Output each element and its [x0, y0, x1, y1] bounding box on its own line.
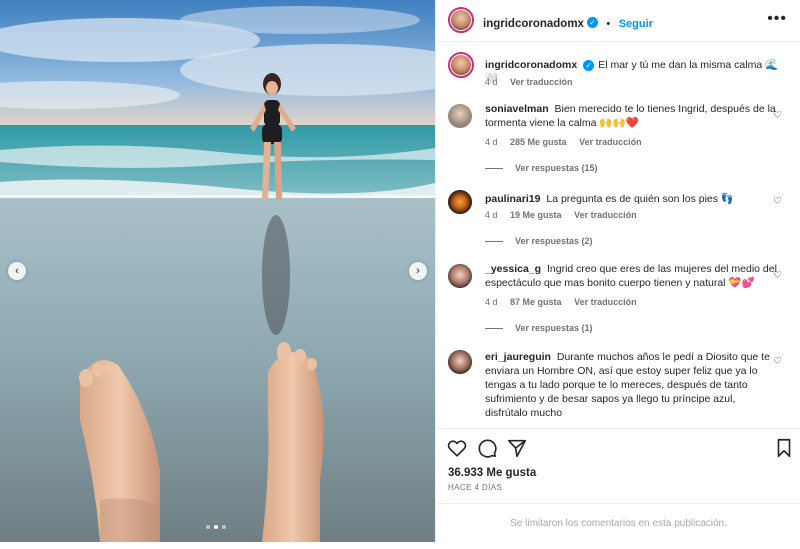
comment-item: eri_jaureguin Durante muchos años le ped…	[448, 348, 788, 428]
view-replies-label: Ver respuestas (15)	[515, 163, 598, 173]
post-likes-count[interactable]: 36.933 Me gusta	[448, 467, 536, 479]
caption-translate-link[interactable]: Ver traducción	[510, 77, 573, 87]
carousel-dot	[206, 525, 210, 529]
author-username[interactable]: ingridcoronadomx	[483, 18, 584, 30]
commenter-avatar[interactable]	[448, 104, 472, 128]
verified-badge-icon: ✓	[586, 17, 598, 29]
comment-likes[interactable]: 285 Me gusta	[510, 137, 567, 147]
previous-slide-button[interactable]: ‹	[8, 262, 26, 280]
comment-age: 4 d	[485, 137, 498, 147]
commenter-avatar[interactable]	[448, 264, 472, 288]
carousel-dots	[206, 525, 226, 529]
comment-item: _yessica_g Ingrid creo que eres de las m…	[448, 262, 788, 340]
comment-item: paulinari19 La pregunta es de quién son …	[448, 188, 788, 250]
comment-username[interactable]: paulinari19	[485, 193, 540, 205]
comment-likes[interactable]: 19 Me gusta	[510, 210, 562, 220]
comment-age: 4 d	[485, 210, 498, 220]
comment-text-block: soniavelman Bien merecido te lo tienes I…	[485, 102, 785, 130]
view-replies-button[interactable]: Ver respuestas (15)	[485, 163, 598, 173]
chevron-right-icon: ›	[416, 265, 420, 277]
comments-list[interactable]: ingridcoronadomx ✓ El mar y tú me dan la m…	[436, 42, 800, 428]
commenter-avatar[interactable]	[448, 350, 472, 374]
like-heart-icon[interactable]	[446, 437, 468, 459]
replies-line	[485, 327, 503, 329]
post-timestamp[interactable]: HACE 4 DÍAS	[448, 483, 502, 492]
post-side-panel: ingridcoronadomx ✓ • Seguir ••• ingridcor…	[435, 0, 800, 542]
post-photo[interactable]: ‹ ›	[0, 0, 435, 542]
next-slide-button[interactable]: ›	[409, 262, 427, 280]
comments-limited-notice: Se limitaron los comentarios en esta pub…	[436, 503, 800, 544]
comment-text-block: _yessica_g Ingrid creo que eres de las m…	[485, 262, 785, 290]
author-avatar-small[interactable]	[448, 52, 474, 78]
share-send-icon[interactable]	[506, 437, 528, 459]
beach-photo	[0, 0, 435, 542]
header-user-line: ingridcoronadomx ✓ • Seguir	[483, 14, 653, 32]
comment-text-block: paulinari19 La pregunta es de quién son …	[485, 192, 785, 206]
comment-text-block: eri_jaureguin Durante muchos años le ped…	[485, 350, 771, 420]
verified-badge-icon: ✓	[583, 59, 595, 71]
replies-line	[485, 167, 503, 169]
replies-line	[485, 240, 503, 242]
more-options-icon[interactable]: •••	[767, 11, 787, 27]
comment-bubble-icon[interactable]	[476, 437, 498, 459]
comment-meta: 4 d 285 Me gusta Ver traducción	[485, 137, 652, 147]
view-replies-button[interactable]: Ver respuestas (2)	[485, 236, 593, 246]
comment-username[interactable]: _yessica_g	[485, 263, 541, 275]
like-comment-heart-icon[interactable]: ♡	[773, 270, 782, 281]
caption-age: 4 d	[485, 77, 498, 87]
save-bookmark-icon[interactable]	[773, 437, 795, 459]
separator-dot: •	[606, 18, 611, 30]
comment-translate-link[interactable]: Ver traducción	[574, 297, 637, 307]
commenter-avatar[interactable]	[448, 190, 472, 214]
comment-translate-link[interactable]: Ver traducción	[579, 137, 642, 147]
caption-meta: 4 d Ver traducción	[485, 77, 583, 87]
caption-username[interactable]: ingridcoronadomx	[485, 59, 577, 71]
like-comment-heart-icon[interactable]: ♡	[773, 196, 782, 207]
like-comment-heart-icon[interactable]: ♡	[773, 356, 782, 367]
view-replies-label: Ver respuestas (2)	[515, 236, 593, 246]
post-caption: ingridcoronadomx ✓ El mar y tú me dan la m…	[448, 52, 788, 97]
comment-username[interactable]: eri_jaureguin	[485, 351, 551, 363]
comment-meta: 4 d 19 Me gusta Ver traducción	[485, 210, 647, 220]
comment-username[interactable]: soniavelman	[485, 103, 549, 115]
comment-likes[interactable]: 87 Me gusta	[510, 297, 562, 307]
carousel-dot	[222, 525, 226, 529]
follow-button[interactable]: Seguir	[619, 18, 653, 30]
comment-meta: 4 d 87 Me gusta Ver traducción	[485, 297, 647, 307]
like-comment-heart-icon[interactable]: ♡	[773, 110, 782, 121]
post-header: ingridcoronadomx ✓ • Seguir •••	[436, 0, 800, 42]
comment-text: La pregunta es de quién son los pies 👣	[546, 193, 734, 205]
chevron-left-icon: ‹	[15, 265, 19, 277]
view-replies-label: Ver respuestas (1)	[515, 323, 593, 333]
carousel-dot-active	[214, 525, 218, 529]
comment-translate-link[interactable]: Ver traducción	[574, 210, 637, 220]
comment-item: soniavelman Bien merecido te lo tienes I…	[448, 102, 788, 182]
author-avatar[interactable]	[448, 7, 474, 33]
view-replies-button[interactable]: Ver respuestas (1)	[485, 323, 593, 333]
comment-age: 4 d	[485, 297, 498, 307]
post-actions-bar: 36.933 Me gusta HACE 4 DÍAS Se limitaron…	[436, 428, 800, 549]
